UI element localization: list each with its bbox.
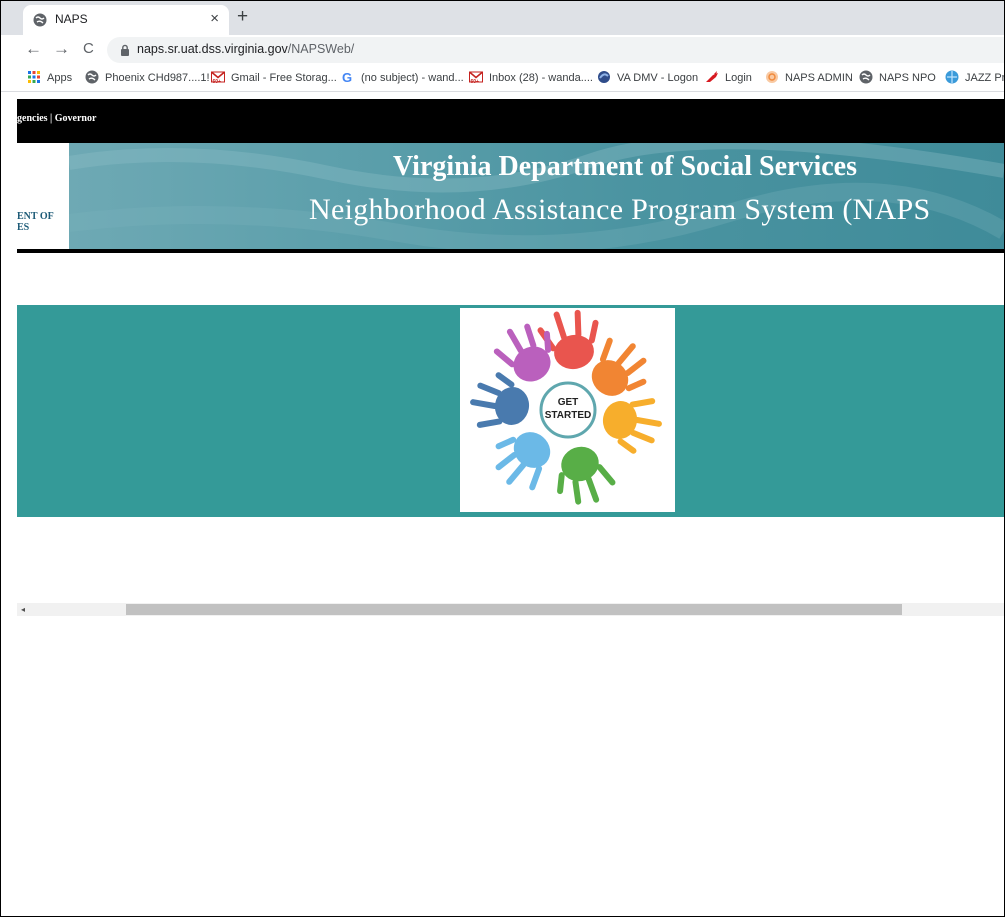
bookmark-login[interactable]: Login bbox=[705, 70, 752, 86]
bookmark-jazz[interactable]: JAZZ Pr bbox=[945, 70, 1004, 86]
bookmark-phoenix[interactable]: Phoenix CHd987....1! bbox=[85, 70, 210, 86]
naps-admin-icon bbox=[766, 71, 778, 84]
gmail-icon: 60+ bbox=[211, 71, 225, 84]
svg-text:G: G bbox=[342, 70, 352, 84]
bookmark-label: Login bbox=[725, 72, 752, 84]
lock-icon bbox=[121, 44, 129, 56]
gov-top-bar: gencies | Governor bbox=[17, 99, 1004, 143]
cardinal-icon bbox=[706, 71, 718, 83]
banner-subtitle: Neighborhood Assistance Program System (… bbox=[309, 193, 931, 226]
bookmark-label: JAZZ Pr bbox=[965, 72, 1004, 84]
tab-title: NAPS bbox=[55, 12, 88, 26]
url-host: naps.sr.uat.dss.virginia.gov bbox=[137, 42, 288, 56]
reload-button[interactable]: C bbox=[83, 38, 94, 60]
scrollbar-thumb[interactable] bbox=[126, 604, 902, 615]
hands-circle-icon: GET STARTED bbox=[470, 309, 662, 505]
bookmark-label: Apps bbox=[47, 72, 73, 84]
bookmark-label: (no subject) - wand... bbox=[361, 72, 464, 84]
address-bar[interactable]: naps.sr.uat.dss.virginia.gov/NAPSWeb/ bbox=[107, 37, 1004, 63]
gov-bar-links[interactable]: gencies | Governor bbox=[17, 113, 96, 124]
bookmark-inbox[interactable]: 60+ Inbox (28) - wanda.... bbox=[469, 70, 593, 86]
banner-divider bbox=[17, 249, 1004, 253]
bookmark-label: NAPS ADMIN bbox=[785, 72, 853, 84]
gmail-icon: 60+ bbox=[469, 71, 483, 84]
bookmark-apps[interactable]: Apps bbox=[27, 70, 72, 86]
bookmark-label: NAPS NPO bbox=[879, 72, 936, 84]
horizontal-scrollbar[interactable]: ◂ bbox=[17, 603, 1004, 616]
bookmark-label: Gmail - Free Storag... bbox=[231, 72, 337, 84]
vdss-logo-line1: ENT OF bbox=[17, 211, 54, 222]
jazz-icon bbox=[945, 70, 959, 84]
globe-icon bbox=[33, 13, 47, 27]
tab-naps[interactable]: NAPS × bbox=[23, 5, 229, 35]
bookmark-naps-admin[interactable]: NAPS ADMIN bbox=[765, 70, 853, 86]
globe-icon bbox=[85, 70, 99, 84]
get-started-line1: GET bbox=[558, 397, 579, 408]
scroll-left-arrow-icon[interactable]: ◂ bbox=[21, 603, 25, 616]
get-started-line2: STARTED bbox=[545, 410, 591, 421]
url-path: /NAPSWeb/ bbox=[287, 42, 355, 56]
browser-toolbar: ← → C naps.sr.uat.dss.virginia.gov/NAPSW… bbox=[1, 35, 1004, 65]
bookmark-gmail-storage[interactable]: 60+ Gmail - Free Storag... bbox=[211, 70, 337, 86]
google-icon: G bbox=[342, 70, 352, 84]
close-icon[interactable]: × bbox=[210, 10, 219, 28]
vdss-logo-text: ENT OF ES bbox=[17, 211, 54, 233]
browser-window: NAPS × + ← → C naps.sr.uat.dss.virginia.… bbox=[0, 0, 1005, 917]
bookmark-no-subject[interactable]: G (no subject) - wand... bbox=[341, 70, 464, 86]
svg-text:60+: 60+ bbox=[213, 79, 222, 84]
back-button[interactable]: ← bbox=[25, 38, 42, 60]
tab-strip: NAPS × + bbox=[1, 1, 1004, 35]
forward-button[interactable]: → bbox=[53, 38, 70, 60]
get-started-button[interactable]: GET STARTED bbox=[460, 308, 675, 512]
vdss-logo-line2: ES bbox=[17, 222, 30, 233]
bookmark-va-dmv[interactable]: VA DMV - Logon bbox=[597, 70, 698, 86]
apps-grid-icon bbox=[28, 71, 40, 84]
page-banner: ENT OF ES Virginia Department of Social … bbox=[17, 143, 1004, 249]
globe-icon bbox=[859, 70, 873, 84]
new-tab-button[interactable]: + bbox=[237, 7, 248, 27]
url-text: naps.sr.uat.dss.virginia.gov/NAPSWeb/ bbox=[137, 42, 354, 56]
vdss-logo: ENT OF ES bbox=[17, 143, 69, 249]
bookmark-label: Phoenix CHd987....1! bbox=[105, 72, 210, 84]
svg-text:60+: 60+ bbox=[471, 79, 480, 84]
bookmark-label: Inbox (28) - wanda.... bbox=[489, 72, 593, 84]
bookmark-naps-npo[interactable]: NAPS NPO bbox=[859, 70, 936, 86]
banner-title: Virginia Department of Social Services bbox=[393, 151, 857, 182]
bookmarks-bar: Apps Phoenix CHd987....1! 60+ Gmail - Fre… bbox=[1, 65, 1004, 92]
dmv-icon bbox=[598, 71, 610, 84]
bookmark-label: VA DMV - Logon bbox=[617, 72, 699, 84]
